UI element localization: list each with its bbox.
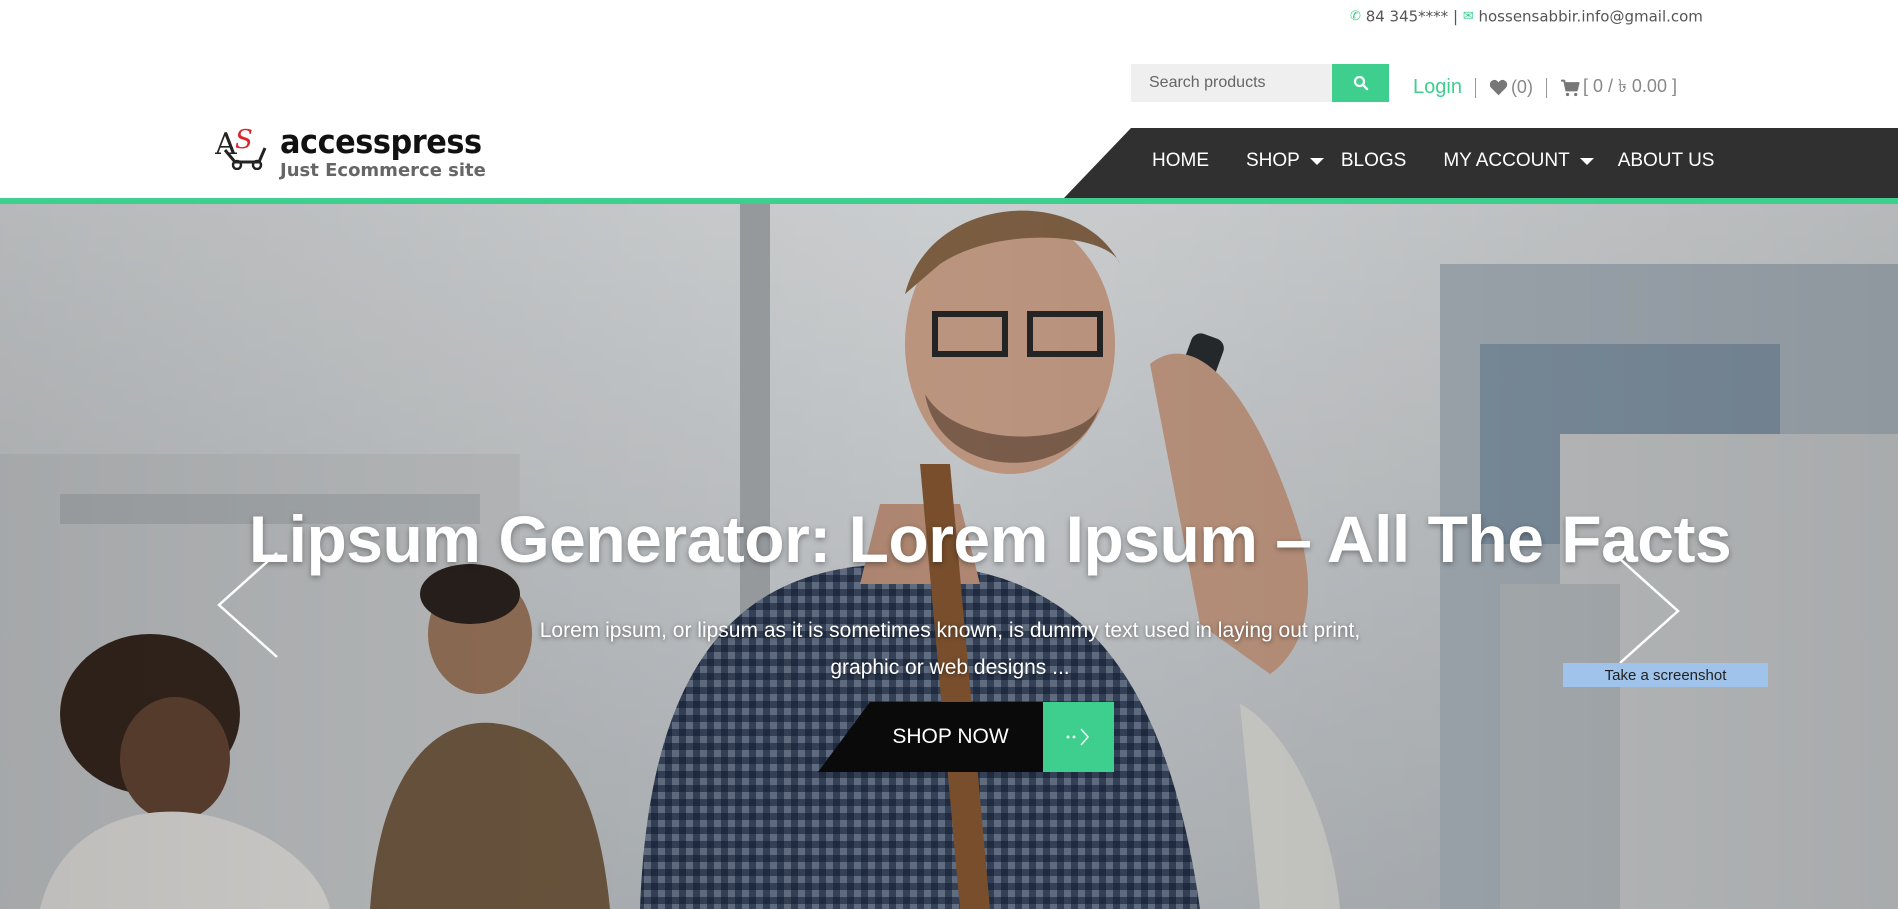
nav-item-about-us[interactable]: ABOUT US	[1618, 150, 1715, 172]
cart-link[interactable]: [ 0 / ৳ 0.00 ]	[1560, 72, 1677, 103]
nav-item-my-account[interactable]: MY ACCOUNT	[1443, 150, 1594, 172]
divider	[1545, 77, 1547, 98]
cart-icon	[1560, 79, 1580, 96]
svg-text:S: S	[235, 125, 253, 155]
wishlist-count: (0)	[1510, 77, 1533, 97]
brand-tagline: Just Ecommerce site	[280, 160, 486, 181]
main-nav: HOME SHOP BLOGS MY ACCOUNT ABOUT US	[1152, 150, 1751, 172]
contact-separator: |	[1452, 7, 1459, 26]
nav-item-shop[interactable]: SHOP	[1246, 150, 1324, 172]
wishlist-link[interactable]: (0)	[1489, 77, 1533, 98]
nav-item-home[interactable]: HOME	[1152, 150, 1209, 172]
svg-text:A: A	[215, 127, 237, 162]
nav-item-label: ABOUT US	[1617, 150, 1715, 171]
caret-down-icon	[1579, 157, 1594, 165]
slider-next-button[interactable]	[1612, 557, 1682, 667]
heart-icon	[1489, 79, 1508, 96]
account-links: Login (0) [ 0 / ৳ 0.00 ]	[1413, 72, 1677, 103]
site-logo[interactable]: A S accesspress Just Ecommerce site	[215, 122, 499, 182]
caret-down-icon	[1309, 157, 1324, 165]
phone-icon: ✆	[1350, 9, 1361, 24]
logo-cart-icon: A S	[215, 125, 267, 170]
nav-item-label: MY ACCOUNT	[1443, 150, 1570, 171]
nav-item-label: SHOP	[1246, 150, 1300, 171]
contact-info: ✆ 84 345**** | ✉ hossensabbir.info@gmail…	[1350, 7, 1703, 26]
envelope-icon: ✉	[1462, 9, 1474, 24]
hero-description: Lorem ipsum, or lipsum as it is sometime…	[539, 612, 1361, 686]
chevron-right-icon	[1619, 558, 1680, 664]
contact-phone: 84 345****	[1365, 7, 1449, 26]
nav-item-label: HOME	[1152, 150, 1209, 171]
top-bar: ✆ 84 345**** | ✉ hossensabbir.info@gmail…	[0, 0, 1898, 32]
search-icon	[1353, 75, 1368, 91]
hero-description-line: graphic or web designs ...	[830, 656, 1070, 679]
search-input[interactable]	[1131, 64, 1336, 102]
contact-email[interactable]: hossensabbir.info@gmail.com	[1479, 8, 1703, 26]
slider-prev-button[interactable]	[215, 551, 285, 661]
brand-name: accesspress	[280, 122, 482, 161]
search-box	[1131, 64, 1336, 102]
nav-item-blogs[interactable]: BLOGS	[1341, 150, 1406, 172]
cart-summary: [ 0 / ৳ 0.00 ]	[1582, 76, 1677, 96]
shop-now-arrow-button[interactable]	[1043, 702, 1114, 772]
nav-item-label: BLOGS	[1340, 150, 1407, 171]
screenshot-tooltip[interactable]: Take a screenshot	[1563, 663, 1768, 687]
hero-slider: Lipsum Generator: Lorem Ipsum – All The …	[0, 204, 1898, 909]
arrow-right-icon	[1066, 728, 1089, 746]
login-link[interactable]: Login	[1413, 76, 1462, 99]
hero-description-line: Lorem ipsum, or lipsum as it is sometime…	[539, 619, 1361, 642]
search-button[interactable]	[1332, 64, 1389, 102]
chevron-left-icon	[217, 552, 278, 658]
divider	[1474, 77, 1476, 98]
